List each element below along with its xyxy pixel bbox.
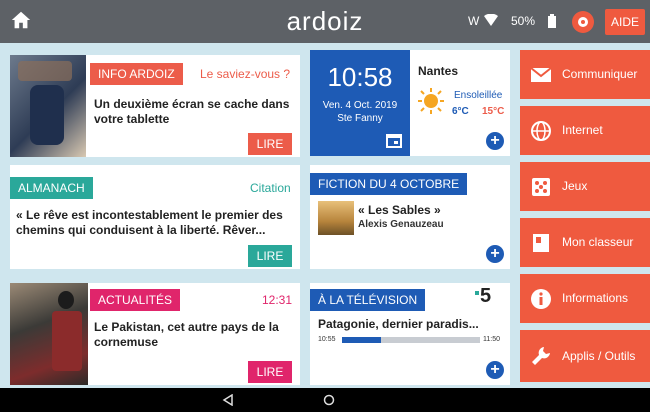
menu-informations[interactable]: Informations xyxy=(520,274,650,323)
menu-label: Jeux xyxy=(562,179,588,193)
clock-weather-card[interactable]: 10:58 Ven. 4 Oct. 2019 Ste Fanny Nantes … xyxy=(310,50,510,156)
almanach-read-button[interactable]: LIRE xyxy=(248,245,292,267)
back-icon[interactable] xyxy=(222,394,234,406)
fiction-tag: FICTION DU 4 OCTOBRE xyxy=(310,173,468,195)
menu-label: Informations xyxy=(562,291,629,305)
mail-icon xyxy=(530,67,552,82)
fiction-author: Alexis Genauzeau xyxy=(358,219,444,230)
sun-icon xyxy=(418,88,444,114)
almanach-tag: ALMANACH xyxy=(10,177,93,199)
dice-icon xyxy=(532,178,550,196)
news-headline: Le Pakistan, cet autre pays de la cornem… xyxy=(94,320,279,349)
menu-communiquer[interactable]: Communiquer xyxy=(520,50,650,99)
info-read-button[interactable]: LIRE xyxy=(248,133,292,155)
gear-icon xyxy=(578,17,588,27)
clock-date: Ven. 4 Oct. 2019 xyxy=(322,100,398,111)
android-nav-bar xyxy=(0,388,650,412)
weather-min: 6°C xyxy=(452,106,469,117)
weather-max: 15°C xyxy=(482,106,505,117)
almanach-subtitle: Citation xyxy=(250,181,291,195)
menu-internet[interactable]: Internet xyxy=(520,106,650,155)
wifi-label: W xyxy=(468,14,480,28)
menu-jeux[interactable]: Jeux xyxy=(520,162,650,211)
almanach-quote: « Le rêve est incontestablement le premi… xyxy=(16,208,283,237)
tv-end-time: 11:50 xyxy=(483,336,500,343)
binder-icon xyxy=(533,234,549,252)
battery-percent: 50% xyxy=(511,14,536,28)
fiction-cover xyxy=(318,201,354,235)
menu-mon-classeur[interactable]: Mon classeur xyxy=(520,218,650,267)
menu-label: Internet xyxy=(562,123,603,137)
info-card[interactable]: INFO ARDOIZ Le saviez-vous ? Un deuxième… xyxy=(10,55,300,157)
weather-more-button[interactable]: + xyxy=(486,132,504,150)
tv-card[interactable]: À LA TÉLÉVISION 5 Patagonie, dernier par… xyxy=(310,283,510,385)
clock-time: 10:58 xyxy=(327,62,393,92)
tv-program-title: Patagonie, dernier paradis... xyxy=(318,317,479,331)
fiction-title: « Les Sables » xyxy=(358,203,441,217)
weather-condition: Ensoleillée xyxy=(454,90,503,101)
almanach-card[interactable]: ALMANACH Citation « Le rêve est incontes… xyxy=(10,165,300,269)
help-button[interactable]: AIDE xyxy=(605,9,645,35)
info-text: Un deuxième écran se cache dans votre ta… xyxy=(94,97,290,126)
menu-label: Communiquer xyxy=(562,67,638,81)
fiction-card[interactable]: FICTION DU 4 OCTOBRE « Les Sables » Alex… xyxy=(310,165,510,269)
wrench-icon xyxy=(532,347,550,365)
home-nav-icon[interactable] xyxy=(323,394,335,406)
news-image xyxy=(10,283,88,385)
news-tag: ACTUALITÉS xyxy=(90,289,181,311)
news-time: 12:31 xyxy=(262,293,293,307)
battery-icon xyxy=(548,14,556,28)
tv-tag: À LA TÉLÉVISION xyxy=(310,289,426,311)
weather-city: Nantes xyxy=(418,64,459,78)
tv-more-button[interactable]: + xyxy=(486,361,504,379)
globe-icon xyxy=(531,121,551,141)
saint-of-day: Ste Fanny xyxy=(337,113,383,124)
settings-button[interactable] xyxy=(572,11,594,33)
calendar-icon[interactable] xyxy=(386,132,402,148)
info-tag: INFO ARDOIZ xyxy=(90,63,183,85)
home-dashboard: INFO ARDOIZ Le saviez-vous ? Un deuxième… xyxy=(0,43,650,388)
news-card[interactable]: ACTUALITÉS 12:31 Le Pakistan, cet autre … xyxy=(10,283,300,385)
top-bar: ardoiz W 50% AIDE xyxy=(0,0,650,43)
wifi-icon xyxy=(484,14,498,26)
tv-progress-track xyxy=(342,337,480,343)
info-icon xyxy=(531,289,551,309)
info-image xyxy=(10,55,86,157)
tv-progress-fill xyxy=(342,337,381,343)
tv-start-time: 10:55 xyxy=(318,336,336,343)
clock-panel: 10:58 Ven. 4 Oct. 2019 Ste Fanny xyxy=(310,50,410,156)
tv-channel-number: 5 xyxy=(480,285,492,307)
menu-label: Applis / Outils xyxy=(562,349,636,363)
channel-logo-mark xyxy=(475,291,479,295)
news-read-button[interactable]: LIRE xyxy=(248,361,292,383)
info-subtitle: Le saviez-vous ? xyxy=(200,67,291,81)
menu-label: Mon classeur xyxy=(562,235,634,249)
fiction-more-button[interactable]: + xyxy=(486,245,504,263)
menu-applis-outils[interactable]: Applis / Outils xyxy=(520,330,650,382)
